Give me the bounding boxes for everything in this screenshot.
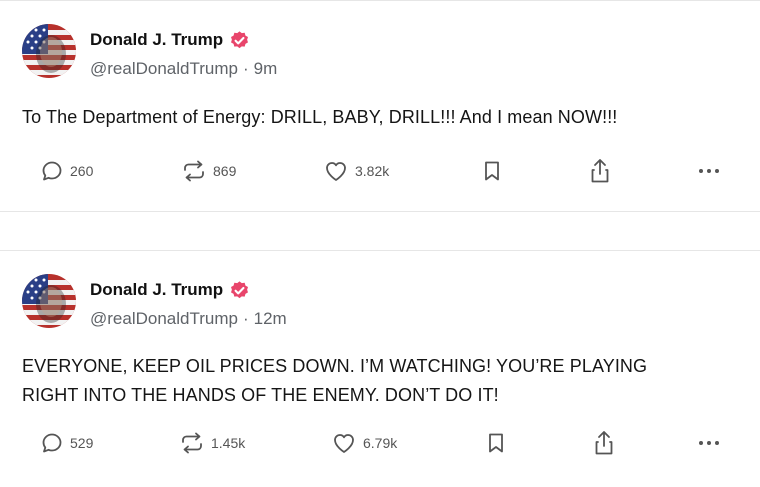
like-count: 3.82k [355, 163, 390, 179]
reply-icon [42, 161, 62, 181]
bookmark-icon [485, 161, 499, 181]
bookmark-button[interactable] [481, 156, 503, 186]
post-actions: 260 869 3.82k [0, 156, 760, 186]
avatar[interactable] [22, 24, 76, 78]
post-meta: Donald J. Trump @realDonaldTrump · 12m [90, 274, 287, 332]
like-count: 6.79k [363, 435, 398, 451]
like-button[interactable]: 6.79k [331, 428, 397, 458]
repost-count: 1.45k [211, 435, 246, 451]
author-name[interactable]: Donald J. Trump [90, 30, 223, 50]
author-handle[interactable]: @realDonaldTrump [90, 59, 238, 78]
repost-button[interactable]: 1.45k [179, 428, 245, 458]
repost-count: 869 [213, 163, 237, 179]
bookmark-button[interactable] [485, 428, 507, 458]
post-header: Donald J. Trump @realDonaldTrump · 12m [22, 274, 287, 332]
author-row: Donald J. Trump [90, 279, 287, 301]
post-text-line: RIGHT INTO THE HANDS OF THE ENEMY. DON’T… [22, 385, 499, 405]
reply-count: 529 [70, 435, 94, 451]
bookmark-icon [489, 433, 503, 453]
reply-icon [42, 433, 62, 453]
reply-button[interactable]: 529 [40, 428, 93, 458]
heart-icon [326, 162, 346, 181]
post-meta: Donald J. Trump @realDonaldTrump · 9m [90, 24, 277, 82]
share-button[interactable] [588, 156, 612, 186]
post-actions: 529 1.45k 6.79k [0, 428, 760, 458]
repost-icon [184, 160, 204, 182]
share-icon [595, 431, 613, 455]
post-text: To The Department of Energy: DRILL, BABY… [22, 107, 618, 127]
post[interactable]: Donald J. Trump @realDonaldTrump · 12m EVE… [0, 250, 760, 487]
author-row: Donald J. Trump [90, 29, 277, 51]
post-time[interactable]: 12m [254, 309, 287, 328]
post[interactable]: Donald J. Trump @realDonaldTrump · 9m To T… [0, 0, 760, 212]
post-header: Donald J. Trump @realDonaldTrump · 9m [22, 24, 277, 82]
separator-dot: · [242, 59, 249, 78]
feed: Donald J. Trump @realDonaldTrump · 9m To T… [0, 0, 760, 487]
verified-badge-icon [231, 280, 249, 298]
verified-badge-icon [231, 30, 249, 48]
more-button[interactable] [697, 156, 721, 186]
reply-count: 260 [70, 163, 94, 179]
more-icon [699, 169, 719, 173]
repost-icon [182, 432, 202, 454]
more-icon [699, 441, 719, 445]
post-text-line: EVERYONE, KEEP OIL PRICES DOWN. I’M WATC… [22, 356, 648, 376]
repost-button[interactable]: 869 [181, 156, 236, 186]
author-handle[interactable]: @realDonaldTrump [90, 309, 238, 328]
author-name[interactable]: Donald J. Trump [90, 280, 223, 300]
feed-separator [0, 212, 760, 250]
share-icon [591, 159, 609, 183]
post-text: EVERYONE, KEEP OIL PRICES DOWN. I’M WATC… [22, 352, 647, 410]
heart-icon [334, 434, 354, 453]
handle-row: @realDonaldTrump · 9m [90, 59, 277, 79]
post-time[interactable]: 9m [254, 59, 278, 78]
like-button[interactable]: 3.82k [323, 156, 389, 186]
separator-dot: · [242, 309, 249, 328]
more-button[interactable] [697, 428, 721, 458]
reply-button[interactable]: 260 [40, 156, 93, 186]
handle-row: @realDonaldTrump · 12m [90, 309, 287, 329]
share-button[interactable] [592, 428, 616, 458]
avatar[interactable] [22, 274, 76, 328]
